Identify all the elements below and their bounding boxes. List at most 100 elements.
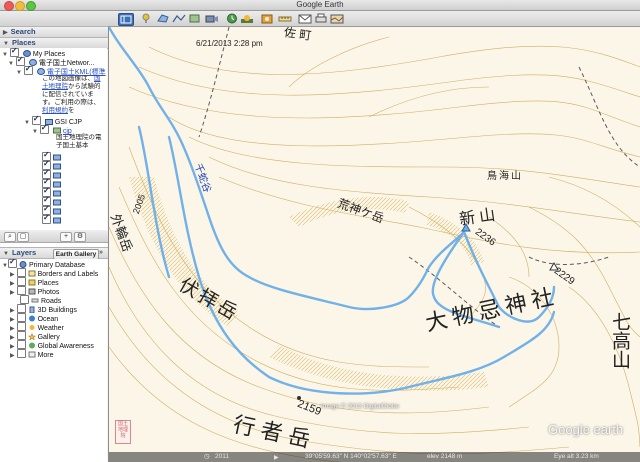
overlay-icon bbox=[189, 14, 200, 23]
places-icon bbox=[28, 279, 36, 286]
overlay-icon bbox=[53, 190, 61, 197]
maps-icon bbox=[330, 14, 344, 24]
tree-item-gsi-cjp[interactable]: ▼ GSI CJP bbox=[0, 114, 107, 126]
sidebar-toggle-button[interactable] bbox=[118, 13, 134, 26]
switch-planet-button[interactable] bbox=[260, 13, 274, 24]
tree-item-cjp[interactable]: ▼ cjp bbox=[0, 123, 107, 135]
tile-item[interactable] bbox=[42, 168, 107, 179]
overlay-icon bbox=[53, 181, 61, 188]
tree-link[interactable]: cjp bbox=[63, 128, 72, 135]
layer-3d-buildings[interactable]: ▶ 3D Buildings bbox=[0, 304, 107, 314]
overlay-icon bbox=[52, 127, 61, 134]
tree-item-kml[interactable]: ▼ 電子国土KML(標準 bbox=[0, 64, 107, 76]
tour-icon bbox=[205, 15, 218, 23]
checkbox[interactable] bbox=[16, 349, 26, 358]
checkbox[interactable] bbox=[16, 313, 26, 322]
map-label-chokai: 鳥海山 bbox=[487, 171, 523, 182]
email-button[interactable] bbox=[298, 13, 312, 24]
print-icon bbox=[315, 13, 327, 23]
checkbox[interactable] bbox=[15, 55, 25, 66]
tile-item[interactable] bbox=[42, 150, 107, 161]
tile-item[interactable] bbox=[42, 177, 107, 188]
overlay-icon bbox=[53, 199, 61, 206]
layer-more[interactable]: ▶ More bbox=[0, 349, 107, 359]
checkbox[interactable] bbox=[42, 213, 51, 224]
checkbox[interactable] bbox=[16, 268, 26, 277]
add-button[interactable]: + bbox=[60, 232, 72, 242]
tile-item[interactable] bbox=[42, 186, 107, 197]
folder-globe-icon bbox=[22, 50, 31, 57]
window-title: Google Earth bbox=[296, 0, 344, 9]
disclosure-triangle-icon: ▼ bbox=[3, 251, 9, 257]
layers-panel-header[interactable]: ▼ Layers Earth Gallery » bbox=[0, 247, 108, 260]
tour-guide-arrow-icon[interactable]: ▶ bbox=[274, 453, 279, 462]
checkbox[interactable] bbox=[16, 322, 26, 331]
ruler-button[interactable] bbox=[278, 13, 292, 24]
image-credit: Image © 2013 DigitalGlobe bbox=[321, 403, 400, 410]
placemark-icon bbox=[142, 13, 150, 23]
square-icon: ▢ bbox=[19, 233, 27, 240]
clock-icon[interactable]: ◷ bbox=[204, 452, 210, 462]
tile-item[interactable] bbox=[42, 213, 107, 224]
places-bottom-bar: ⌕ ▢ + ⚙ bbox=[0, 230, 108, 243]
checkbox[interactable] bbox=[31, 114, 41, 125]
coordinates-readout: 39°05'59.63" N 140°02'57.63" E bbox=[305, 453, 397, 460]
overlay-tile-list bbox=[0, 150, 107, 224]
sunlight-button[interactable] bbox=[240, 13, 254, 24]
sidebar: ▶Search ▼Places ▼ My Places ▼ 電子国土Networ… bbox=[0, 26, 109, 462]
layer-primary-database[interactable]: ▼Primary Database bbox=[0, 259, 107, 269]
record-tour-button[interactable] bbox=[205, 13, 219, 24]
add-overlay-button[interactable] bbox=[188, 13, 202, 24]
checkbox[interactable] bbox=[16, 277, 26, 286]
show-hide-button[interactable]: ▢ bbox=[17, 232, 29, 242]
layer-photos[interactable]: ▶ Photos bbox=[0, 286, 107, 296]
layer-borders-labels[interactable]: ▶ Borders and Labels bbox=[0, 268, 107, 278]
layer-gallery[interactable]: ▶ Gallery bbox=[0, 331, 107, 341]
view-in-maps-button[interactable] bbox=[330, 13, 344, 24]
layer-roads[interactable]: Roads bbox=[0, 295, 107, 305]
tile-item[interactable] bbox=[42, 204, 107, 215]
tree-item-kml-network[interactable]: ▼ 電子国土Networ... bbox=[0, 55, 107, 67]
checkbox[interactable] bbox=[16, 340, 26, 349]
tile-item[interactable] bbox=[42, 159, 107, 170]
add-placemark-button[interactable] bbox=[140, 13, 154, 24]
imagery-year: 2011 bbox=[215, 453, 229, 460]
building-icon bbox=[29, 306, 35, 313]
overlay-icon bbox=[53, 172, 61, 179]
tile-item[interactable] bbox=[42, 195, 107, 206]
historical-imagery-button[interactable] bbox=[225, 13, 239, 24]
checkbox[interactable] bbox=[16, 331, 26, 340]
terms-link[interactable]: 利用規約 bbox=[42, 107, 68, 114]
globe-icon bbox=[19, 261, 27, 268]
layer-ocean[interactable]: ▶ Ocean bbox=[0, 313, 107, 323]
places-tree: ▼ My Places ▼ 電子国土Networ... ▼ 電子国土KML(標準… bbox=[0, 48, 107, 256]
search-icon: ⌕ bbox=[8, 233, 12, 240]
add-path-button[interactable] bbox=[172, 13, 186, 24]
add-polygon-button[interactable] bbox=[156, 13, 170, 24]
search-places-button[interactable]: ⌕ bbox=[4, 232, 16, 242]
layer-global-awareness[interactable]: ▶ Global Awareness bbox=[0, 340, 107, 350]
clock-icon bbox=[227, 13, 237, 24]
options-button[interactable]: ⚙ bbox=[74, 232, 86, 242]
checkbox[interactable] bbox=[20, 295, 29, 304]
checkbox[interactable] bbox=[16, 304, 26, 313]
date-overlay: 6/21/2013 2:28 pm bbox=[196, 39, 263, 48]
checkbox[interactable] bbox=[39, 123, 49, 134]
gear-icon: ⚙ bbox=[76, 233, 84, 240]
status-bar: ◷ 2011 ▶ 39°05'59.63" N 140°02'57.63" E … bbox=[109, 452, 640, 462]
borders-icon bbox=[28, 270, 36, 277]
checkbox[interactable] bbox=[16, 286, 26, 295]
chevron-right-icon[interactable]: » bbox=[99, 248, 103, 258]
google-earth-logo: Google earth bbox=[548, 422, 624, 437]
print-button[interactable] bbox=[314, 13, 328, 24]
layers-tree: ▼Primary Database ▶ Borders and Labels ▶… bbox=[0, 259, 107, 462]
title-bar: Google Earth bbox=[0, 0, 640, 11]
ocean-icon bbox=[28, 315, 35, 322]
tree-link[interactable]: 電子国土KML(標準 bbox=[47, 69, 106, 76]
checkbox[interactable] bbox=[7, 259, 17, 268]
layer-weather[interactable]: ▶ Weather bbox=[0, 322, 107, 332]
layer-places[interactable]: ▶ Places bbox=[0, 277, 107, 287]
checkbox[interactable] bbox=[23, 64, 33, 75]
map-viewer[interactable]: 6/21/2013 2:28 pm 佐 町 鳥海山 荒神ケ岳 新山 伏拝岳 大物… bbox=[109, 27, 640, 462]
planet-icon bbox=[261, 14, 273, 24]
